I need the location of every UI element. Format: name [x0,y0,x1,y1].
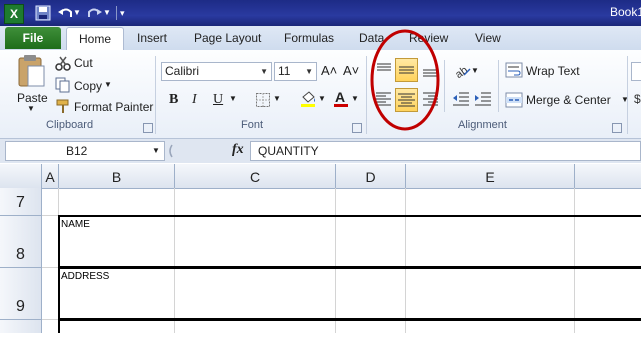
undo-icon[interactable] [56,4,74,22]
wrap-text-icon[interactable] [505,62,523,78]
alignment-group-label: Alignment [458,119,507,131]
insert-function-icon[interactable]: fx [232,142,244,158]
formula-value: QUANTITY [258,144,319,158]
font-launcher-icon[interactable] [352,123,362,133]
column-header[interactable]: B [59,164,175,188]
merged-cell-next[interactable] [58,319,641,333]
cut-icon[interactable] [55,55,71,71]
name-box-dropdown-icon[interactable]: ▼ [152,146,160,155]
tab-insert[interactable]: Insert [137,31,167,45]
font-name-combo[interactable]: Calibri ▼ [161,62,272,81]
wrap-text-button[interactable]: Wrap Text [526,64,580,78]
copy-icon[interactable] [55,77,71,93]
highlight-circle [370,29,440,131]
redo-dropdown-icon[interactable]: ▼ [103,4,121,22]
svg-text:$: $ [634,92,641,106]
shrink-font-icon[interactable]: A˅ [343,63,359,78]
format-painter-icon[interactable] [55,98,71,114]
alignment-inner-separator [498,60,499,112]
formula-bar-splitter-icon[interactable] [166,142,182,160]
cut-button[interactable]: Cut [74,56,93,70]
accounting-format-icon[interactable]: $ [634,92,641,106]
clipboard-launcher-icon[interactable] [143,123,153,133]
increase-indent-icon[interactable] [474,90,492,108]
paste-dropdown-icon[interactable]: ▼ [27,104,35,113]
copy-dropdown-icon[interactable]: ▼ [104,80,112,89]
excel-logo-icon: X [4,4,24,24]
select-all-corner[interactable] [0,164,42,188]
copy-button[interactable]: Copy [74,79,102,93]
font-group-label: Font [241,119,264,131]
merged-cell-address[interactable] [58,267,641,320]
paste-button[interactable] [16,54,46,88]
column-header[interactable]: E [406,164,575,188]
column-header[interactable]: C [175,164,336,188]
tab-page-layout[interactable]: Page Layout [194,31,261,45]
row-header[interactable] [0,320,42,333]
italic-button[interactable]: I [192,92,197,108]
alignment-launcher-icon[interactable] [612,123,622,133]
font-color-icon[interactable]: A [332,89,350,109]
font-name-dropdown-icon[interactable]: ▼ [260,63,268,80]
clipboard-group-label: Clipboard [46,119,94,131]
decrease-indent-icon[interactable] [452,90,470,108]
orientation-icon[interactable]: ab [452,60,472,81]
svg-text:A: A [335,89,345,105]
title-bar: X ▼ ▼ ▾ Book1 [0,0,641,26]
window-title: Book1 [610,5,641,19]
format-painter-button[interactable]: Format Painter [74,100,153,114]
row-header[interactable]: 8 [0,216,42,268]
borders-dropdown-icon[interactable]: ▼ [273,94,281,103]
column-header[interactable]: D [336,164,406,188]
font-size-dropdown-icon[interactable]: ▼ [305,63,313,80]
underline-dropdown-icon[interactable]: ▼ [229,94,237,103]
font-color-dropdown-icon[interactable]: ▼ [351,94,359,103]
cell-b8: NAME [61,219,90,230]
column-header[interactable] [575,164,641,188]
font-name-value: Calibri [165,64,200,78]
merge-center-button[interactable]: Merge & Center [526,93,611,107]
tab-file[interactable]: File [5,27,61,49]
grow-font-icon[interactable]: A˄ [321,63,337,78]
tab-formulas[interactable]: Formulas [284,31,334,45]
cell-b9: ADDRESS [61,271,110,282]
borders-icon[interactable] [255,92,271,108]
alignment-inner-separator [444,60,445,112]
group-separator [627,56,628,134]
font-size-value: 11 [278,64,291,78]
fill-color-icon[interactable] [299,90,317,108]
redo-icon[interactable] [86,4,104,22]
group-separator [155,56,156,134]
save-icon[interactable] [34,4,52,22]
merged-cell-name[interactable] [58,215,641,268]
row-header[interactable]: 7 [0,188,42,216]
customize-toolbar-icon[interactable]: ▾ [120,4,138,22]
tab-home[interactable]: Home [66,27,124,52]
row-header[interactable]: 9 [0,268,42,320]
group-separator [366,56,367,134]
paste-label[interactable]: Paste [17,91,48,105]
tab-view[interactable]: View [475,31,501,45]
fill-color-dropdown-icon[interactable]: ▼ [318,94,326,103]
underline-button[interactable]: U [213,92,223,108]
bold-button[interactable]: B [169,92,178,108]
orientation-dropdown-icon[interactable]: ▼ [471,66,479,75]
toolbar-divider [116,6,117,20]
name-box-value: B12 [66,144,88,158]
number-format-combo[interactable] [631,62,641,81]
column-header[interactable]: A [42,164,59,188]
font-size-combo[interactable]: 11 ▼ [274,62,317,81]
merge-center-icon[interactable] [505,92,523,108]
